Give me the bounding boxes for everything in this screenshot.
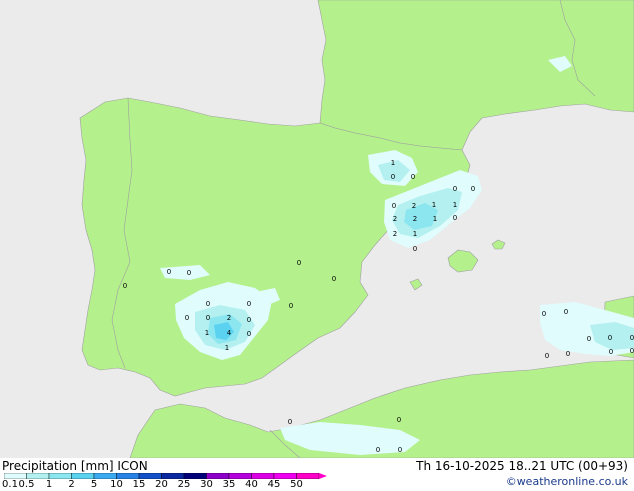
precip-value: 0 (411, 173, 415, 181)
precip-value: 0 (185, 314, 189, 322)
precip-value: 0 (398, 446, 402, 454)
precip-value: 0 (413, 245, 417, 253)
precip-value: 0 (206, 314, 210, 322)
scale-tick-label: 10 (110, 479, 123, 490)
scale-tick-label: 5 (90, 479, 98, 490)
precip-value: 0 (587, 335, 591, 343)
precipitation-map-view: 1 0 0 0 0 2 1 1 0 2 2 1 0 2 1 0 0 0 0 0 … (0, 0, 634, 490)
precip-value: 2 (227, 314, 231, 322)
scale-tick-label: 25 (177, 479, 191, 490)
scale-tick-label: 20 (155, 479, 168, 490)
map-canvas: 1 0 0 0 0 2 1 1 0 2 2 1 0 2 1 0 0 0 0 0 … (0, 0, 634, 458)
precip-value: 0 (187, 269, 191, 277)
scale-tick-label: 1 (45, 479, 53, 490)
legend-footer: Precipitation [mm] ICON Th 16-10-2025 18… (0, 458, 634, 490)
scale-tick-label: 2 (68, 479, 75, 490)
scale-tick-label: 45 (267, 479, 281, 490)
precip-value: 0 (397, 416, 401, 424)
precip-value: 2 (413, 215, 417, 223)
precip-value: 2 (393, 230, 397, 238)
precip-value: 1 (391, 159, 395, 167)
precip-value: 0 (247, 330, 251, 338)
precip-value: 0 (297, 259, 301, 267)
precip-value: 4 (227, 329, 232, 337)
precip-value: 0 (206, 300, 210, 308)
color-scale-ticks: 0.1 0.5 1 2 5 10 15 20 25 30 35 40 45 50 (0, 479, 330, 491)
precip-value: 0 (453, 185, 457, 193)
scale-tick-label: 35 (222, 479, 236, 490)
precip-value: 1 (433, 215, 437, 223)
map-title: Precipitation [mm] ICON (2, 459, 148, 473)
scale-tick-label: 40 (245, 479, 258, 490)
precip-value: 1 (225, 344, 229, 352)
scale-tick-label: 15 (132, 479, 146, 490)
precip-value: 0 (392, 202, 396, 210)
precip-value: 0 (391, 173, 395, 181)
precip-value: 0 (630, 334, 634, 342)
precip-value: 0 (608, 334, 612, 342)
scale-tick-label: 0.5 (18, 479, 35, 490)
precip-value: 0 (542, 310, 546, 318)
precip-value: 1 (453, 201, 457, 209)
scale-tick-label: 30 (200, 479, 213, 490)
precip-value: 1 (432, 201, 436, 209)
precip-value: 2 (393, 215, 397, 223)
precip-value: 1 (413, 230, 417, 238)
precip-value: 0 (545, 352, 549, 360)
precip-value: 1 (205, 329, 209, 337)
precip-value: 0 (332, 275, 336, 283)
precip-value: 0 (288, 418, 292, 426)
precip-value: 2 (412, 202, 416, 210)
precip-value: 0 (247, 300, 251, 308)
precip-value: 0 (453, 214, 457, 222)
precip-value: 0 (630, 347, 634, 355)
credit-link[interactable]: ©weatheronline.co.uk (506, 475, 628, 489)
scale-tick-label: 0.1 (2, 479, 18, 490)
precip-value: 0 (609, 348, 613, 356)
precip-value: 0 (376, 446, 380, 454)
precip-value: 0 (289, 302, 293, 310)
precip-value: 0 (471, 185, 475, 193)
valid-time: Th 16-10-2025 18..21 UTC (00+93) (416, 459, 628, 473)
precip-value: 0 (123, 282, 127, 290)
scale-tick-label: 50 (290, 479, 303, 490)
precip-value: 0 (167, 268, 171, 276)
precip-value: 0 (247, 316, 251, 324)
precip-value: 0 (566, 350, 570, 358)
precip-value: 0 (564, 308, 568, 316)
